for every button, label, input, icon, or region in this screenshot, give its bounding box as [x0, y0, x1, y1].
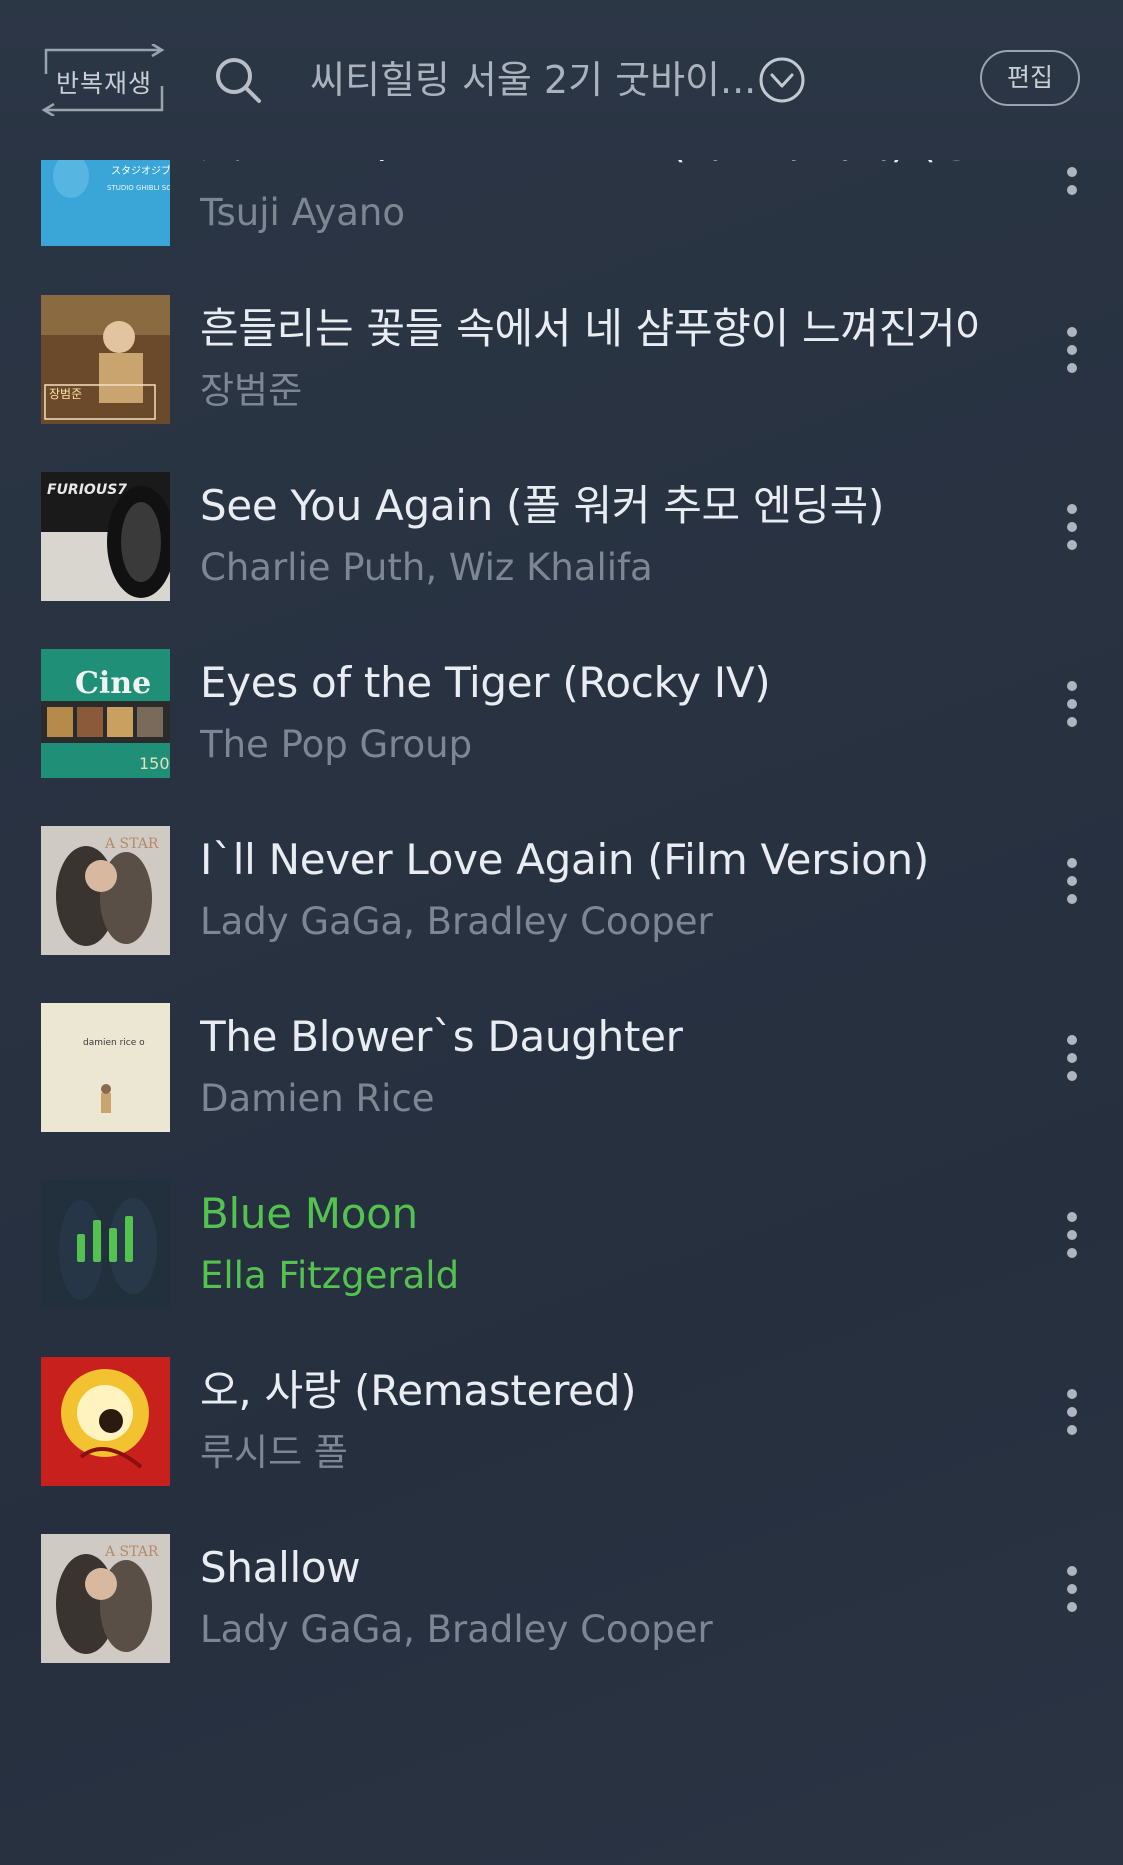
svg-text:A STAR: A STAR	[104, 836, 159, 852]
more-options-icon[interactable]	[1055, 848, 1089, 932]
album-cover: スタジオジブリの歌 STUDIO GHIBLI SONGS	[41, 146, 170, 246]
track-row[interactable]: damien rice o The Blower`s Daughter Dami…	[0, 1003, 1123, 1180]
album-cover-text: 장범준	[49, 387, 82, 401]
track-title[interactable]: 오, 사랑 (Remastered)	[200, 1363, 980, 1419]
svg-text:STUDIO GHIBLI SONGS: STUDIO GHIBLI SONGS	[107, 184, 170, 192]
track-row[interactable]: 장범준 흔들리는 꽃들 속에서 네 샴푸향이 느껴진거야 장범준	[0, 295, 1123, 472]
equalizer-icon	[77, 1216, 133, 1262]
track-artist: Charlie Puth, Wiz Khalifa	[200, 546, 653, 589]
track-artist: Tsuji Ayano	[200, 191, 405, 234]
track-artist: Lady GaGa, Bradley Cooper	[200, 1608, 713, 1651]
track-row[interactable]: FURIOUS7 See You Again (폴 워커 추모 엔딩곡) Cha…	[0, 472, 1123, 649]
svg-text:150: 150	[139, 754, 170, 773]
more-options-icon[interactable]	[1055, 494, 1089, 578]
track-artist: 장범준	[200, 369, 303, 412]
album-cover: FURIOUS7	[41, 472, 170, 601]
track-artist: Lady GaGa, Bradley Cooper	[200, 900, 713, 943]
track-row[interactable]: 오, 사랑 (Remastered) 루시드 폴	[0, 1357, 1123, 1534]
track-title[interactable]: 흔들리는 꽃들 속에서 네 샴푸향이 느껴진거야	[200, 301, 980, 357]
playlist-title[interactable]: 씨티힐링 서울 2기 굿바이...	[310, 52, 756, 108]
track-row[interactable]: A STAR I`ll Never Love Again (Film Versi…	[0, 826, 1123, 1003]
chevron-down-circle-icon[interactable]	[758, 56, 806, 104]
album-cover: A STAR	[41, 826, 170, 955]
album-cover: damien rice o	[41, 1003, 170, 1132]
edit-button[interactable]: 편집	[980, 50, 1080, 106]
track-artist: Ella Fitzgerald	[200, 1254, 460, 1297]
track-title[interactable]: I`ll Never Love Again (Film Version)	[200, 832, 980, 888]
album-cover-text: スタジオジブリの歌	[111, 164, 170, 177]
track-artist: The Pop Group	[200, 723, 473, 766]
more-options-icon[interactable]	[1055, 317, 1089, 401]
album-cover-text: damien rice o	[83, 1038, 145, 1048]
track-title[interactable]: Blue Moon	[200, 1186, 980, 1242]
track-artist: 루시드 폴	[200, 1431, 348, 1474]
track-artist: Damien Rice	[200, 1077, 435, 1120]
track-title[interactable]: Shallow	[200, 1540, 980, 1596]
album-cover: A STAR	[41, 1534, 170, 1663]
track-row-now-playing[interactable]: Blue Moon Ella Fitzgerald	[0, 1180, 1123, 1357]
track-title[interactable]: The Blower`s Daughter	[200, 1009, 980, 1065]
top-bar: 반복재생 씨티힐링 서울 2기 굿바이... 편집	[0, 0, 1123, 160]
album-cover	[41, 1357, 170, 1486]
more-options-icon[interactable]	[1055, 1025, 1089, 1109]
track-row[interactable]: A STAR Shallow Lady GaGa, Bradley Cooper	[0, 1534, 1123, 1711]
track-title[interactable]: Eyes of the Tiger (Rocky IV)	[200, 655, 980, 711]
album-cover-text: FURIOUS7	[47, 482, 127, 498]
more-options-icon[interactable]	[1055, 1556, 1089, 1640]
track-title[interactable]: See You Again (폴 워커 추모 엔딩곡)	[200, 478, 980, 534]
album-cover	[41, 1180, 170, 1309]
track-row[interactable]: Cine 150 Eyes of the Tiger (Rocky IV) Th…	[0, 649, 1123, 826]
album-cover-text: Cine	[75, 666, 151, 701]
repeat-play-button[interactable]: 반복재생	[40, 44, 168, 116]
album-cover: 장범준	[41, 295, 170, 424]
album-cover: Cine 150	[41, 649, 170, 778]
repeat-play-label: 반복재생	[55, 69, 152, 98]
more-options-icon[interactable]	[1055, 671, 1089, 755]
more-options-icon[interactable]	[1055, 1379, 1089, 1463]
search-icon[interactable]	[214, 56, 262, 104]
more-options-icon[interactable]	[1055, 1202, 1089, 1286]
svg-text:A STAR: A STAR	[104, 1544, 159, 1560]
